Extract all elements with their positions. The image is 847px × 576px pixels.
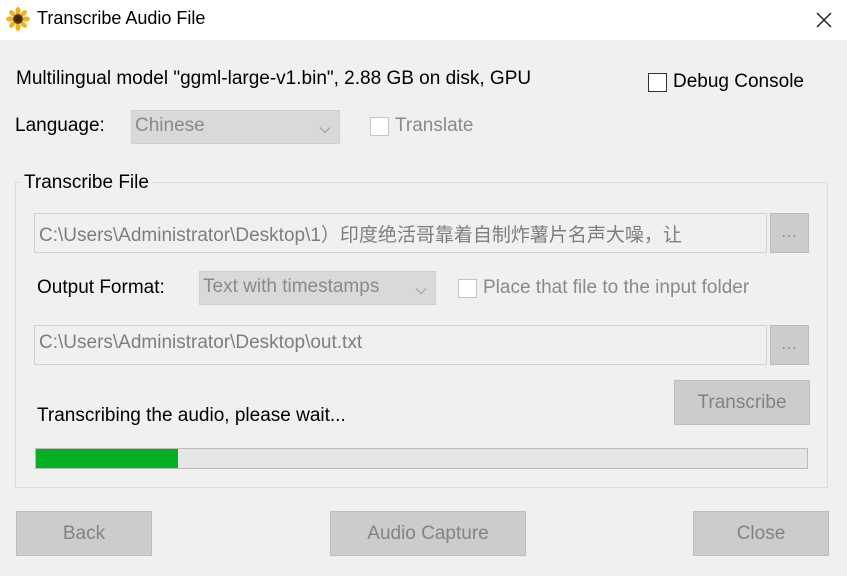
output-file-path-text: C:\Users\Administrator\Desktop\out.txt	[39, 332, 363, 353]
debug-console-checkbox[interactable]	[648, 73, 667, 92]
translate-checkbox[interactable]	[370, 117, 389, 136]
translate-label: Translate	[395, 115, 474, 136]
language-label: Language:	[15, 115, 105, 136]
browse-output-button[interactable]: ...	[770, 325, 809, 365]
input-file-path-text: C:\Users\Administrator\Desktop\1）印度绝活哥靠着…	[39, 225, 682, 246]
window-title: Transcribe Audio File	[37, 8, 206, 28]
place-in-input-folder-label: Place that file to the input folder	[483, 277, 750, 298]
model-info-label: Multilingual model "ggml-large-v1.bin", …	[16, 68, 532, 89]
close-icon[interactable]	[812, 8, 836, 32]
output-format-select-value: Text with timestamps	[203, 276, 380, 297]
language-select-value: Chinese	[135, 115, 205, 136]
output-format-label: Output Format:	[37, 277, 165, 298]
title-bar: Transcribe Audio File	[0, 0, 847, 40]
close-button[interactable]: Close	[693, 511, 829, 556]
transcribe-file-group-label: Transcribe File	[21, 172, 152, 194]
language-select[interactable]: Chinese	[131, 110, 340, 144]
output-file-path-field[interactable]: C:\Users\Administrator\Desktop\out.txt	[34, 325, 767, 365]
audio-capture-button[interactable]: Audio Capture	[330, 511, 526, 556]
status-text: Transcribing the audio, please wait...	[37, 405, 346, 426]
back-button[interactable]: Back	[16, 511, 152, 556]
debug-console-label[interactable]: Debug Console	[673, 71, 804, 93]
input-file-path-field[interactable]: C:\Users\Administrator\Desktop\1）印度绝活哥靠着…	[34, 213, 767, 253]
progress-bar	[35, 448, 808, 469]
transcribe-button[interactable]: Transcribe	[674, 380, 810, 425]
place-in-input-folder-checkbox[interactable]	[458, 279, 477, 298]
output-format-select[interactable]: Text with timestamps	[199, 271, 436, 305]
chevron-down-icon	[319, 120, 331, 134]
chevron-down-icon	[415, 281, 427, 295]
browse-input-button[interactable]: ...	[770, 213, 809, 253]
progress-bar-fill	[36, 449, 178, 468]
sunflower-icon	[6, 7, 30, 31]
